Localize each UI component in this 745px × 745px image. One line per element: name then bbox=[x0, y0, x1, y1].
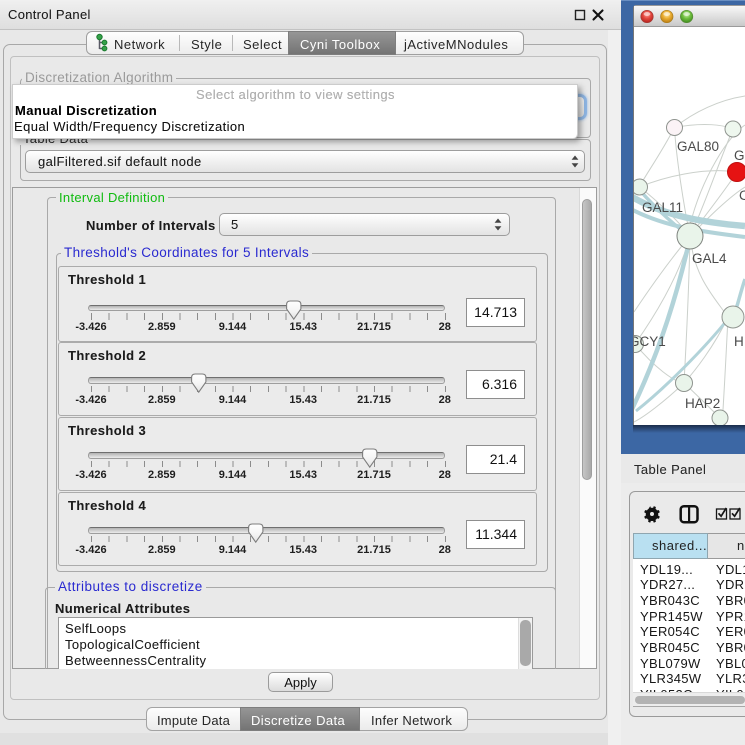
svg-text:HAP2: HAP2 bbox=[685, 396, 720, 411]
svg-text:G.: G. bbox=[734, 148, 745, 163]
svg-text:H: H bbox=[734, 334, 744, 349]
svg-text:GAL11: GAL11 bbox=[642, 200, 683, 215]
svg-text:GCY1: GCY1 bbox=[634, 334, 666, 349]
svg-text:GAL80: GAL80 bbox=[677, 139, 719, 154]
svg-text:GAL4: GAL4 bbox=[692, 251, 727, 266]
svg-text:C: C bbox=[739, 188, 745, 203]
